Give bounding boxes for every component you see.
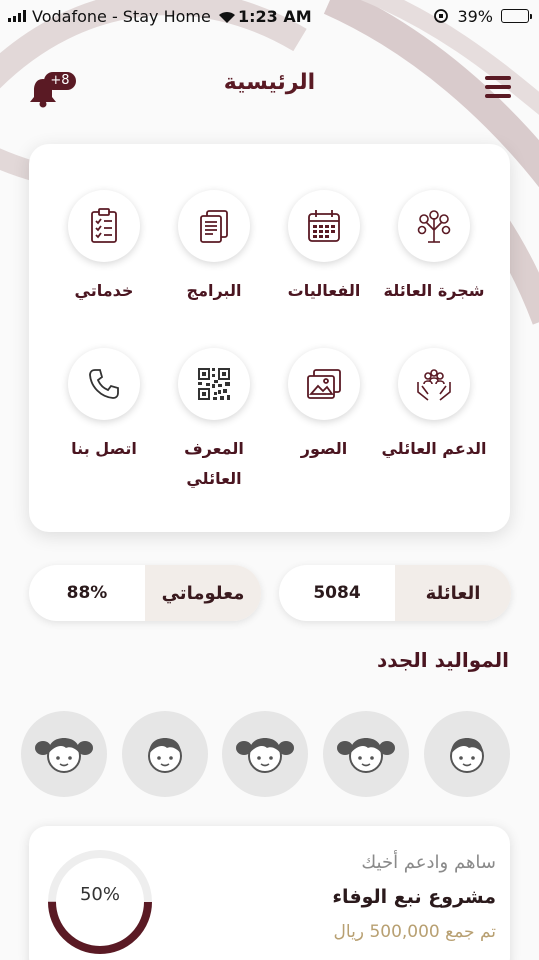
service-my-services[interactable]: خدماتي [44,190,164,306]
service-family-tree[interactable]: شجرة العائلة [374,190,494,306]
battery-group: 39% [433,6,532,26]
newborn-avatar[interactable] [424,711,510,797]
photos-icon [288,348,360,420]
service-contact-us[interactable]: اتصل بنا [44,348,164,464]
service-label: الفعاليات [287,281,361,300]
newborn-avatar[interactable] [222,711,308,797]
service-label: اتصل بنا [71,439,137,458]
project-raised-amount: تم جمع 500,000 ريال [333,922,496,942]
status-bar: Vodafone - Stay Home 1:23 AM 39% [0,0,539,32]
carrier-group: Vodafone - Stay Home [8,7,237,26]
service-label: شجرة العائلة [383,281,485,300]
service-family-support[interactable]: الدعم العائلي [374,348,494,464]
project-title: مشروع نبع الوفاء [332,886,496,908]
my-info-pill[interactable]: معلوماتي 88% [29,565,261,621]
carrier-label: Vodafone - Stay Home [32,6,211,26]
service-photos[interactable]: الصور [264,348,384,464]
newborn-avatar[interactable] [122,711,208,797]
services-card: شجرة العائلة الفعاليات البرامج خدماتي ال… [29,144,510,532]
newborn-avatar[interactable] [323,711,409,797]
my-info-label: معلوماتي [145,565,261,621]
boy-avatar-icon [148,738,182,773]
clock: 1:23 AM [238,6,312,26]
service-label: الدعم العائلي [381,439,487,458]
qr-code-icon [178,348,250,420]
hamburger-menu-icon[interactable] [485,76,511,98]
service-programs[interactable]: البرامج [154,190,274,306]
orientation-lock-icon [434,9,449,23]
service-family-id[interactable]: المعرف العائلي [154,348,274,494]
page-title: الرئيسية [223,70,316,95]
battery-icon [501,9,532,23]
wifi-icon [218,11,235,23]
project-subtitle: ساهم وادعم أخيك [361,852,496,873]
service-label: المعرف العائلي [184,439,244,488]
newborn-avatar[interactable] [21,711,107,797]
battery-percent: 39% [457,6,493,26]
girl-avatar-icon [236,738,294,773]
progress-percent: 50% [79,884,120,905]
service-label: البرامج [186,281,242,300]
newborns-title: المواليد الجدد [377,648,509,672]
family-tree-icon [398,190,470,262]
donation-project-card[interactable]: ساهم وادعم أخيك مشروع نبع الوفاء تم جمع … [29,826,510,960]
documents-icon [178,190,250,262]
calendar-icon [288,190,360,262]
checklist-icon [68,190,140,262]
service-label: الصور [300,439,348,458]
family-count-value: 5084 [313,583,361,603]
service-events[interactable]: الفعاليات [264,190,384,306]
phone-icon [68,348,140,420]
my-info-value: 88% [66,583,108,603]
girl-avatar-icon [35,738,93,773]
family-support-icon [398,348,470,420]
app-header: +8 الرئيسية [0,60,539,112]
service-label: خدماتي [74,281,134,300]
girl-avatar-icon [337,738,395,773]
family-count-pill[interactable]: العائلة 5084 [279,565,511,621]
boy-avatar-icon [450,738,484,773]
signal-icon [8,10,26,22]
family-count-label: العائلة [395,565,511,621]
